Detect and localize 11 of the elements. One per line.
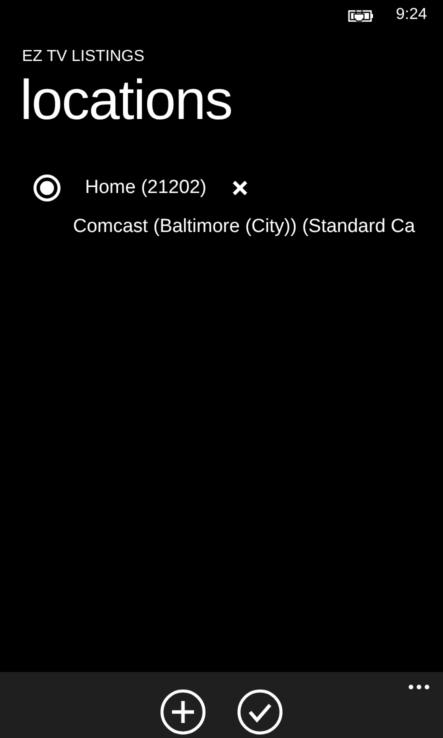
add-button[interactable] bbox=[160, 689, 206, 735]
page-title: locations bbox=[20, 68, 234, 132]
radio-button[interactable] bbox=[33, 174, 61, 202]
check-button[interactable] bbox=[237, 689, 283, 735]
battery-charging-icon bbox=[346, 8, 374, 22]
clock-time: 9:24 bbox=[396, 6, 427, 24]
more-icon[interactable] bbox=[408, 684, 430, 690]
app-title: EZ TV LISTINGS bbox=[22, 48, 146, 66]
provider-text: Comcast (Baltimore (City)) (Standard Ca bbox=[73, 216, 416, 238]
location-name[interactable]: Home (21202) bbox=[85, 177, 206, 199]
close-icon[interactable] bbox=[231, 179, 250, 197]
